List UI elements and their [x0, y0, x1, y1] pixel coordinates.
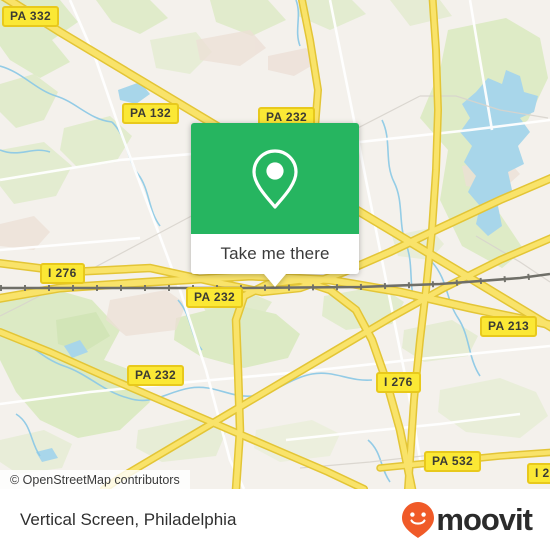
take-me-there-button[interactable]: Take me there — [220, 244, 329, 264]
road-shield: PA 532 — [424, 451, 482, 472]
callout-image-area — [191, 123, 359, 234]
moovit-map-page: PA 332 PA 132 PA 232 I 276 PA 232 PA 213 PA 23… — [0, 0, 550, 550]
callout-pointer — [264, 274, 286, 287]
road-shield: I 2 — [527, 463, 550, 484]
footer-bar: Vertical Screen, Philadelphia moovit — [0, 489, 550, 550]
moovit-logo[interactable]: moovit — [401, 501, 533, 539]
road-shield: PA 132 — [122, 103, 180, 124]
map-attribution: © OpenStreetMap contributors — [0, 470, 190, 489]
map-canvas[interactable]: PA 332 PA 132 PA 232 I 276 PA 232 PA 213 PA 23… — [0, 0, 550, 489]
road-shield: PA 332 — [2, 6, 60, 27]
road-shield: PA 213 — [480, 316, 538, 337]
place-name-label: Vertical Screen, Philadelphia — [20, 509, 237, 529]
road-shield: I 276 — [40, 263, 85, 284]
road-shield: I 276 — [376, 372, 421, 393]
callout-action-area[interactable]: Take me there — [191, 234, 359, 287]
road-shield: PA 232 — [186, 287, 244, 308]
location-callout-card[interactable]: Take me there — [191, 123, 359, 287]
moovit-wordmark: moovit — [436, 502, 533, 537]
location-pin-icon — [252, 148, 298, 209]
moovit-pin-mark-icon — [402, 501, 435, 538]
road-shield: PA 232 — [127, 365, 185, 386]
